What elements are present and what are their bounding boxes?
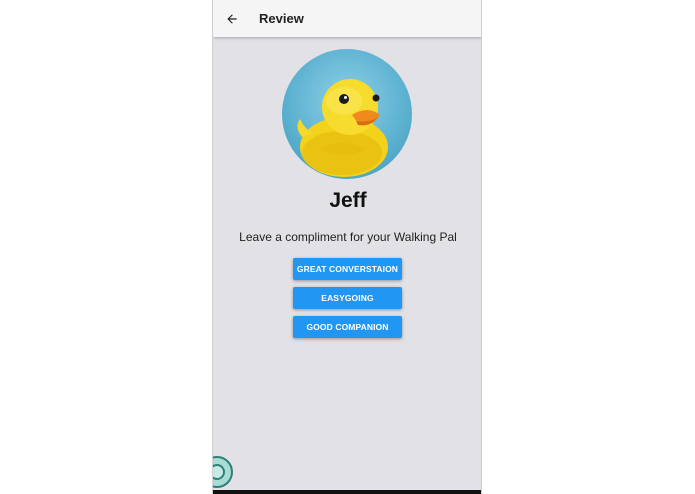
compliment-button-easygoing[interactable]: EASYGOING [293, 287, 402, 309]
floating-action-button[interactable] [213, 456, 233, 488]
rubber-duck-image [297, 79, 388, 177]
pal-name: Jeff [329, 189, 367, 212]
phone-screen: Review Jeff Leave a compliment for your … [212, 0, 482, 494]
app-bar: Review [213, 0, 481, 37]
page-title: Review [259, 11, 304, 26]
back-button[interactable] [213, 0, 251, 37]
system-nav-bar [213, 490, 481, 494]
circle-icon [213, 464, 225, 480]
compliment-button-great-conversation[interactable]: GREAT CONVERSTAION [293, 258, 402, 280]
arrow-back-icon [227, 13, 237, 24]
compliment-button-good-companion[interactable]: GOOD COMPANION [293, 316, 402, 338]
avatar [282, 49, 412, 179]
compliment-prompt: Leave a compliment for your Walking Pal [239, 230, 457, 244]
